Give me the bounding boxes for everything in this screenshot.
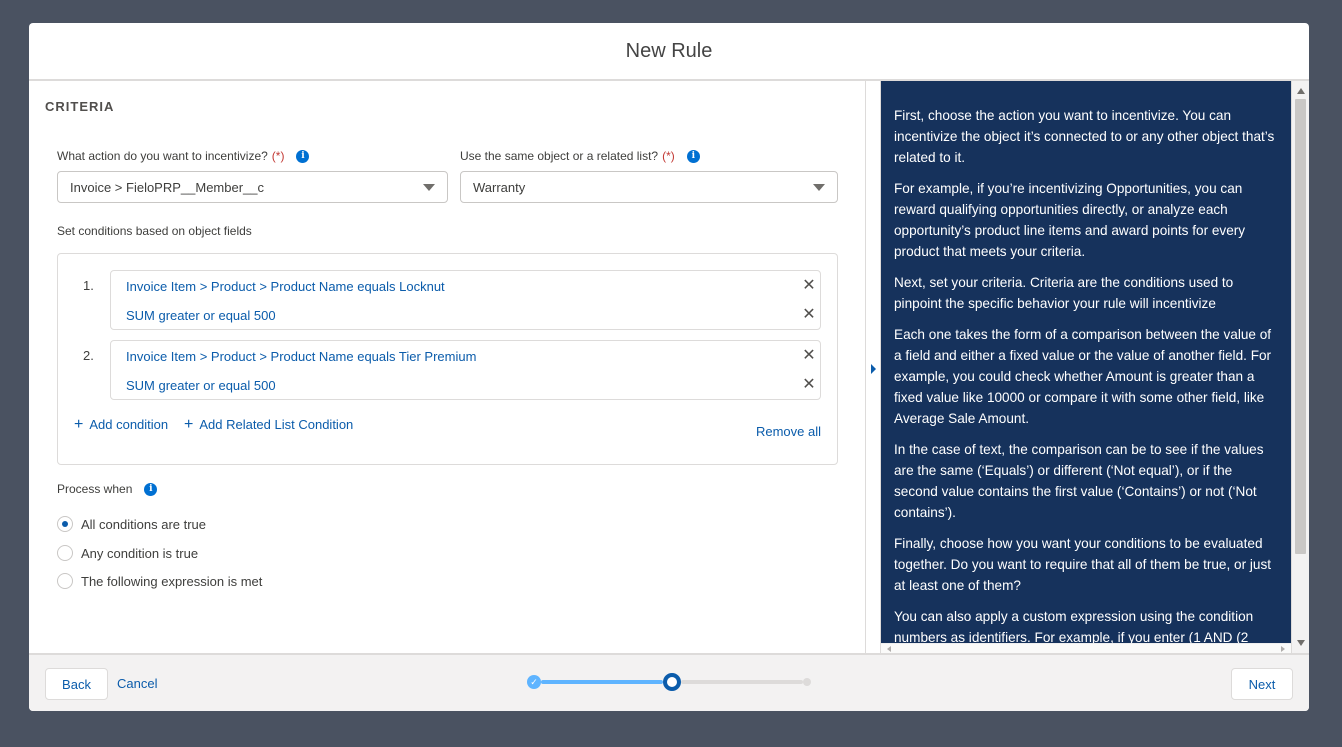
action-label-text: What action do you want to incentivize?: [57, 149, 268, 163]
criteria-heading: CRITERIA: [45, 99, 115, 114]
modal-footer: Back Cancel ✓ Next: [29, 653, 1309, 711]
add-related-label: Add Related List Condition: [199, 417, 354, 432]
help-panel-toggle[interactable]: [865, 81, 881, 653]
condition-aggregate-text[interactable]: SUM greater or equal 500: [126, 378, 276, 393]
related-label-text: Use the same object or a related list?: [460, 149, 659, 163]
radio-label: Any condition is true: [81, 545, 199, 561]
plus-icon: +: [184, 416, 194, 433]
required-marker: (*): [662, 149, 675, 163]
add-related-condition-link[interactable]: + Add Related List Condition: [184, 416, 353, 434]
info-icon[interactable]: i: [296, 149, 310, 163]
radio-option-all[interactable]: All conditions are true: [57, 516, 206, 532]
plus-icon: +: [74, 416, 84, 433]
step-complete-icon: ✓: [527, 675, 541, 689]
help-paragraph: Next, set your criteria. Criteria are th…: [894, 275, 1234, 311]
radio-option-expression[interactable]: The following expression is met: [57, 573, 262, 589]
conditions-container: 1. Invoice Item > Product > Product Name…: [57, 253, 838, 465]
step-pending-marker: [803, 678, 811, 686]
close-icon[interactable]: ✕: [802, 377, 816, 393]
scroll-right-icon[interactable]: [1281, 646, 1285, 652]
criteria-section: CRITERIA What action do you want to ince…: [29, 81, 865, 653]
close-icon[interactable]: ✕: [802, 348, 816, 364]
chevron-down-icon: [813, 183, 825, 191]
help-horizontal-scrollbar[interactable]: [881, 643, 1291, 653]
chevron-down-icon: [423, 183, 435, 191]
new-rule-modal: New Rule CRITERIA What action do you wan…: [29, 23, 1309, 711]
progress-bar-complete: [541, 680, 663, 684]
cancel-link[interactable]: Cancel: [117, 676, 157, 691]
help-paragraph: For example, if you’re incentivizing Opp…: [894, 181, 1246, 259]
add-condition-link[interactable]: + Add condition: [74, 416, 168, 434]
related-select[interactable]: Warranty: [460, 171, 838, 203]
action-select-value: Invoice > FieloPRP__Member__c: [70, 179, 265, 195]
chevron-right-icon[interactable]: [871, 364, 876, 374]
help-scrollbar[interactable]: [1291, 81, 1309, 653]
info-icon[interactable]: i: [686, 149, 700, 163]
scrollbar-thumb[interactable]: [1295, 99, 1306, 554]
scroll-up-icon[interactable]: [1297, 88, 1305, 94]
help-paragraph: First, choose the action you want to inc…: [894, 108, 1275, 165]
back-button[interactable]: Back: [45, 668, 108, 700]
help-paragraph: You can also apply a custom expression u…: [894, 609, 1254, 645]
help-paragraph: Finally, choose how you want your condit…: [894, 536, 1272, 593]
condition-field-text[interactable]: Invoice Item > Product > Product Name eq…: [126, 279, 445, 294]
radio-label: All conditions are true: [81, 516, 207, 532]
action-select[interactable]: Invoice > FieloPRP__Member__c: [57, 171, 448, 203]
modal-header: New Rule: [29, 23, 1309, 81]
progress-bar-remaining: [681, 680, 803, 684]
related-select-value: Warranty: [473, 179, 526, 195]
radio-option-any[interactable]: Any condition is true: [57, 545, 198, 561]
radio-label: The following expression is met: [81, 573, 263, 589]
info-icon[interactable]: i: [144, 482, 158, 496]
scroll-left-icon[interactable]: [887, 646, 891, 652]
process-when-label: Process when i: [57, 482, 158, 496]
close-icon[interactable]: ✕: [802, 278, 816, 294]
modal-title: New Rule: [625, 39, 713, 62]
condition-card[interactable]: Invoice Item > Product > Product Name eq…: [110, 270, 821, 330]
conditions-label: Set conditions based on object fields: [57, 224, 252, 238]
step-current-marker: [663, 673, 681, 691]
add-condition-label: Add condition: [89, 417, 169, 432]
help-panel: First, choose the action you want to inc…: [881, 81, 1291, 653]
condition-card[interactable]: Invoice Item > Product > Product Name eq…: [110, 340, 821, 400]
condition-field-text[interactable]: Invoice Item > Product > Product Name eq…: [126, 349, 476, 364]
help-paragraph: In the case of text, the comparison can …: [894, 442, 1264, 520]
condition-number: 2.: [83, 348, 94, 363]
condition-number: 1.: [83, 278, 94, 293]
next-button[interactable]: Next: [1231, 668, 1293, 700]
action-field-label: What action do you want to incentivize? …: [57, 149, 310, 163]
help-text: First, choose the action you want to inc…: [881, 81, 1291, 648]
radio-button[interactable]: [57, 573, 73, 589]
radio-button[interactable]: [57, 516, 73, 532]
radio-button[interactable]: [57, 545, 73, 561]
scroll-down-icon[interactable]: [1297, 640, 1305, 646]
help-paragraph: Each one takes the form of a comparison …: [894, 327, 1272, 426]
process-label-text: Process when: [57, 482, 133, 496]
related-field-label: Use the same object or a related list? (…: [460, 149, 700, 163]
condition-aggregate-text[interactable]: SUM greater or equal 500: [126, 308, 276, 323]
remove-all-link[interactable]: Remove all: [756, 424, 821, 439]
required-marker: (*): [271, 149, 285, 163]
close-icon[interactable]: ✕: [802, 307, 816, 323]
